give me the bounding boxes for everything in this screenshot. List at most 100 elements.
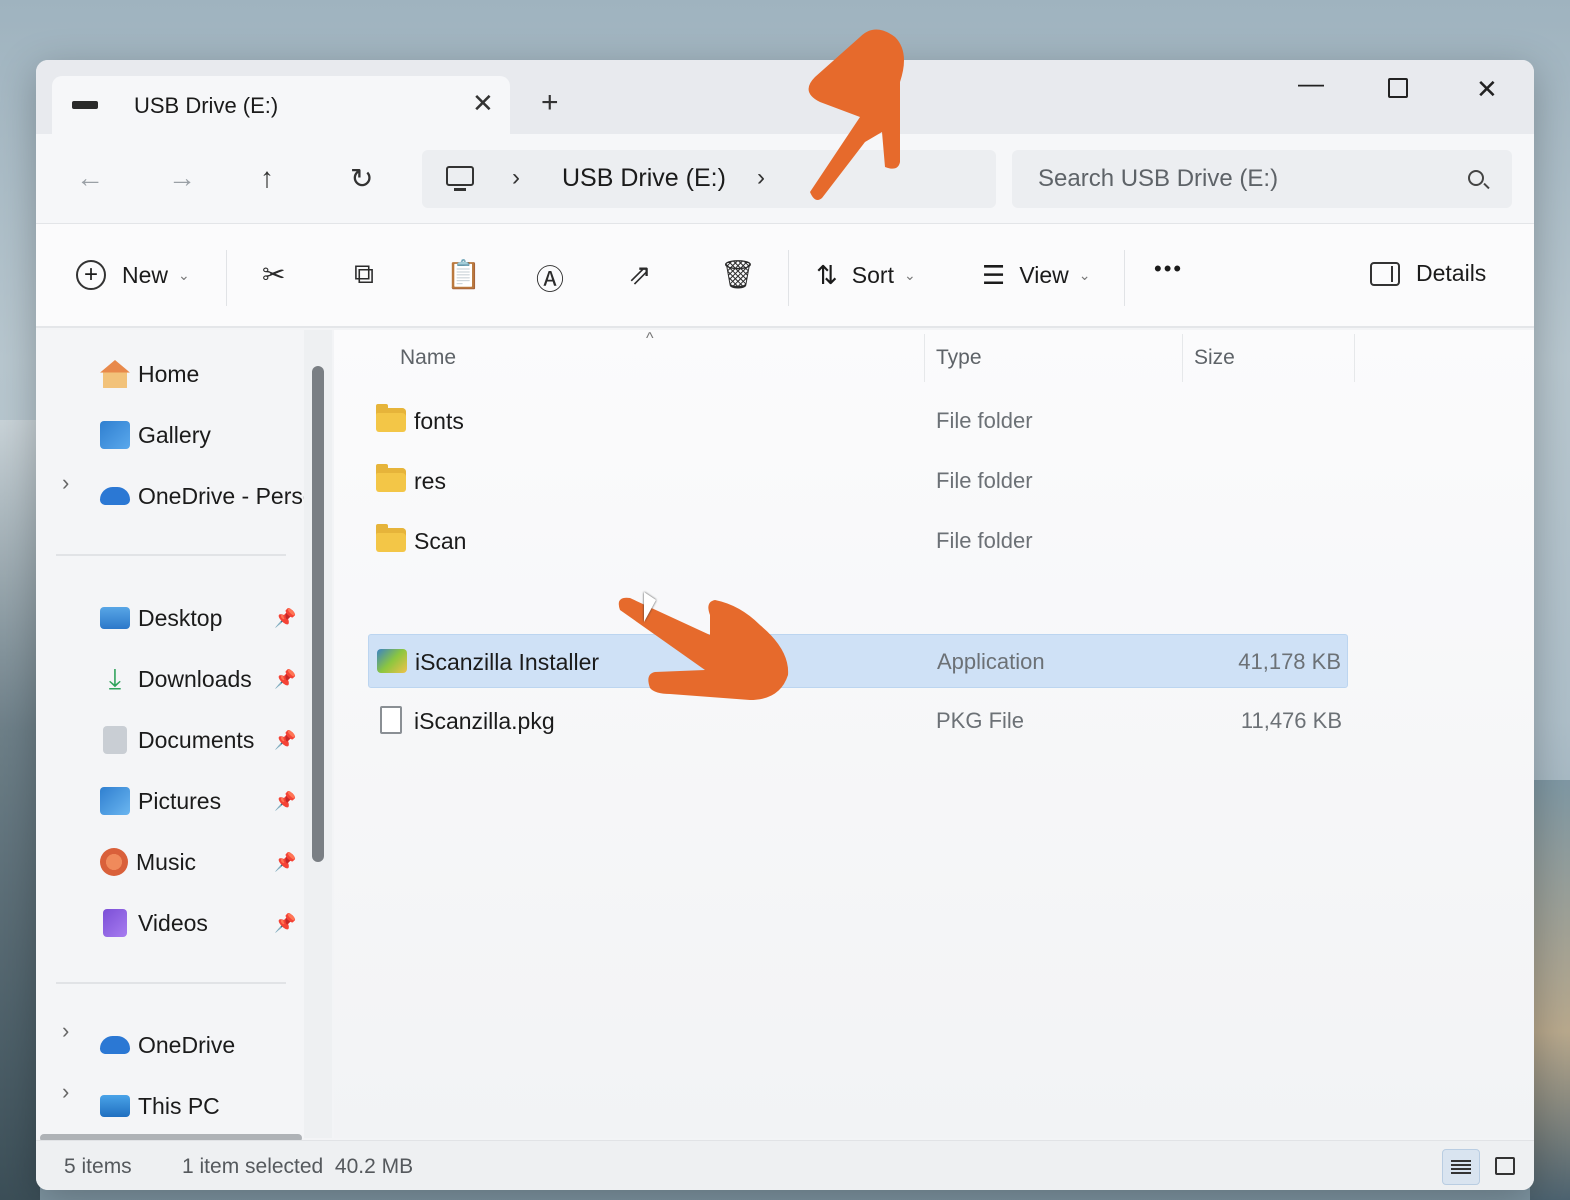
sidebar-item-music[interactable]: Music [100,842,196,882]
mouse-cursor-icon [644,592,656,622]
sidebar-item-label: OneDrive - Perso [138,482,316,509]
desktop-background-left [0,420,40,1200]
sidebar-item-onedrive-personal[interactable]: OneDrive - Perso [100,476,316,516]
back-button[interactable]: ← [76,162,104,194]
search-box[interactable] [1012,150,1512,208]
sidebar-scrollbar-thumb[interactable] [312,366,324,862]
sidebar-divider [56,982,286,984]
column-divider[interactable] [924,334,925,382]
cut-icon[interactable]: ✂ [262,258,285,291]
folder-icon [376,524,406,552]
column-divider[interactable] [1182,334,1183,382]
column-header-type[interactable]: Type [936,346,982,370]
sidebar-item-videos[interactable]: Videos [100,903,208,943]
table-row-selected[interactable]: iScanzilla Installer Application 41,178 … [368,634,1348,688]
sort-button[interactable]: ⇅ Sort ⌄ [816,260,916,291]
maximize-button[interactable] [1388,74,1408,105]
forward-button[interactable]: → [168,162,196,194]
file-icon [380,706,402,734]
status-bar: 5 items 1 item selected 40.2 MB [36,1140,1534,1190]
table-row[interactable]: Scan File folder [368,514,1348,568]
table-row[interactable]: iScanzilla.pkg PKG File 11,476 KB [368,694,1348,748]
file-type: PKG File [936,708,1025,733]
file-type: File folder [936,528,1033,553]
pin-icon: 📌 [274,669,297,689]
sidebar-item-label: Desktop [138,604,223,631]
file-name: iScanzilla Installer [415,649,600,675]
file-name: Scan [414,528,467,554]
sidebar-item-label: Home [138,360,200,387]
search-input[interactable] [1038,164,1458,194]
new-tab-button[interactable]: + [541,86,559,120]
file-name: fonts [414,408,464,434]
pointer-hand-icon [610,590,800,720]
tiles-view-icon [1495,1157,1515,1175]
sidebar-item-label: This PC [138,1092,220,1119]
sidebar-item-gallery[interactable]: Gallery [100,415,211,455]
breadcrumb-separator[interactable]: › [757,164,765,192]
plus-circle-icon: + [76,260,106,290]
breadcrumb-separator[interactable]: › [512,164,520,192]
expand-chevron-icon[interactable]: › [62,1018,69,1044]
up-button[interactable]: ↑ [260,162,274,194]
expand-chevron-icon[interactable]: › [62,470,69,496]
refresh-button[interactable]: ↻ [350,162,373,195]
tab-usb-drive[interactable]: USB Drive (E:) ✕ [52,76,510,134]
sidebar-divider [56,554,286,556]
details-view-icon [1451,1160,1471,1174]
sidebar-item-pictures[interactable]: Pictures [100,781,221,821]
new-button[interactable]: + New ⌄ [76,260,190,290]
sidebar-item-this-pc[interactable]: This PC [100,1086,220,1126]
sidebar-item-desktop[interactable]: Desktop [100,598,222,638]
sidebar-item-home[interactable]: Home [100,354,199,394]
onedrive-icon [100,487,130,505]
breadcrumb-usb-drive[interactable]: USB Drive (E:) [562,164,726,193]
paste-icon[interactable]: 📋 [446,258,481,291]
share-icon[interactable]: ⇗ [628,258,651,291]
view-label: View [1019,262,1069,288]
table-row[interactable]: fonts File folder [368,394,1348,448]
column-header-size[interactable]: Size [1194,346,1235,370]
file-type: File folder [936,408,1033,433]
sidebar-item-downloads[interactable]: ⤓ Downloads [100,659,252,699]
close-window-button[interactable]: ✕ [1476,74,1498,105]
folder-icon [376,404,406,432]
delete-icon[interactable]: 🗑 [720,258,756,291]
sidebar-item-onedrive[interactable]: OneDrive [100,1025,235,1065]
folder-icon [376,464,406,492]
navigation-bar: ← → ↑ ↻ › USB Drive (E:) › [36,134,1534,224]
chevron-down-icon: ⌄ [903,267,916,283]
more-options-button[interactable]: ••• [1154,256,1183,282]
home-icon [100,360,130,388]
navigation-pane: Home Gallery › OneDrive - Perso Desktop … [36,330,332,1142]
file-size: 11,476 KB [1240,708,1342,733]
search-icon[interactable] [1468,170,1484,186]
rename-icon[interactable]: Ⓐ [536,258,564,298]
file-name: res [414,468,446,494]
pin-icon: 📌 [274,608,297,628]
pictures-icon [100,787,130,815]
pin-icon: 📌 [274,730,297,750]
file-type: File folder [936,468,1033,493]
tab-close-icon[interactable]: ✕ [472,88,494,119]
copy-icon[interactable]: ⧉ [354,258,374,291]
minimize-button[interactable]: — [1298,68,1324,99]
expand-chevron-icon[interactable]: › [62,1079,69,1105]
column-header-name[interactable]: Name [400,346,456,370]
details-view-button[interactable] [1442,1149,1480,1185]
pin-icon: 📌 [274,852,297,872]
view-button[interactable]: ☰ View ⌄ [982,260,1090,291]
sidebar-item-documents[interactable]: Documents [100,720,254,760]
desktop-icon [100,607,130,629]
details-button[interactable]: Details [1370,260,1486,287]
column-divider[interactable] [1354,334,1355,382]
file-size: 41,178 KB [1238,649,1341,674]
sidebar-item-label: Documents [138,726,255,753]
tiles-view-button[interactable] [1486,1149,1524,1185]
details-pane-icon [1370,261,1400,286]
table-row[interactable]: res File folder [368,454,1348,508]
downloads-icon: ⤓ [108,663,122,694]
application-icon [377,649,407,673]
chevron-down-icon: ⌄ [178,266,190,283]
this-pc-icon[interactable] [446,166,474,191]
